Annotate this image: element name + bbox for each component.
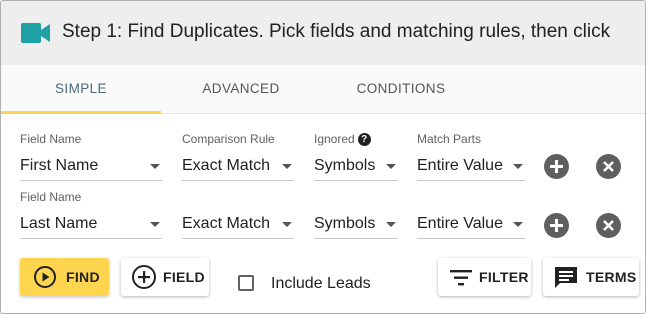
ignored-label: Ignored?: [314, 132, 371, 147]
comparison-rule-value: Exact Match: [182, 215, 271, 232]
plus-icon: [550, 160, 563, 173]
add-field-button-label: FIELD: [163, 269, 205, 285]
active-tab-indicator: [1, 111, 161, 114]
comparison-rule-select[interactable]: Exact Match: [182, 212, 294, 239]
field-name-value: Last Name: [20, 215, 98, 232]
play-circle-icon: [34, 266, 56, 288]
close-icon: [603, 220, 614, 231]
dropdown-caret-icon: [386, 222, 396, 227]
add-circle-icon: [132, 265, 156, 289]
plus-icon: [550, 219, 563, 232]
include-leads-label: Include Leads: [271, 275, 371, 292]
match-parts-select[interactable]: Entire Value: [417, 212, 525, 239]
include-leads-checkbox[interactable]: [238, 275, 254, 291]
filter-icon: [450, 270, 472, 286]
dropdown-caret-icon: [282, 222, 292, 227]
ignored-select[interactable]: Symbols: [314, 212, 398, 239]
find-button-label: FIND: [66, 269, 100, 285]
dropdown-caret-icon: [282, 164, 292, 169]
field-name-label: Field Name: [20, 132, 82, 146]
match-parts-value: Entire Value: [417, 215, 503, 232]
dropdown-caret-icon: [513, 164, 523, 169]
tab-advanced[interactable]: ADVANCED: [161, 65, 321, 113]
ignored-label-text: Ignored: [314, 132, 355, 146]
filter-button-label: FILTER: [479, 269, 529, 285]
field-name-value: First Name: [20, 157, 99, 174]
match-parts-label: Match Parts: [417, 132, 482, 146]
terms-button-label: TERMS: [586, 269, 637, 285]
add-field-button[interactable]: FIELD: [121, 258, 209, 296]
ignored-value: Symbols: [314, 215, 376, 232]
find-button[interactable]: FIND: [20, 258, 109, 296]
comment-icon: [555, 267, 577, 288]
dropdown-caret-icon: [386, 164, 396, 169]
tab-simple[interactable]: SIMPLE: [1, 65, 161, 113]
tab-bar: SIMPLE ADVANCED CONDITIONS: [1, 65, 645, 114]
match-parts-select[interactable]: Entire Value: [417, 154, 525, 181]
comparison-rule-label: Comparison Rule: [182, 132, 275, 146]
field-name-label: Field Name: [20, 190, 82, 204]
page-title: Step 1: Find Duplicates. Pick fields and…: [62, 21, 611, 42]
terms-button[interactable]: TERMS: [543, 258, 639, 296]
dropdown-caret-icon: [150, 222, 160, 227]
header-bar: Step 1: Find Duplicates. Pick fields and…: [1, 1, 645, 65]
dropdown-caret-icon: [150, 164, 160, 169]
remove-rule-button[interactable]: [596, 213, 621, 238]
comparison-rule-select[interactable]: Exact Match: [182, 154, 294, 181]
dropdown-caret-icon: [513, 222, 523, 227]
add-rule-button[interactable]: [544, 154, 569, 179]
tab-conditions[interactable]: CONDITIONS: [321, 65, 481, 113]
ignored-value: Symbols: [314, 157, 376, 174]
help-icon[interactable]: ?: [357, 133, 371, 147]
app-window: Step 1: Find Duplicates. Pick fields and…: [0, 0, 646, 314]
field-name-select[interactable]: First Name: [20, 154, 162, 181]
filter-button[interactable]: FILTER: [438, 258, 531, 296]
field-name-select[interactable]: Last Name: [20, 212, 162, 239]
match-parts-value: Entire Value: [417, 157, 503, 174]
comparison-rule-value: Exact Match: [182, 157, 271, 174]
close-icon: [603, 161, 614, 172]
add-rule-button[interactable]: [544, 213, 569, 238]
ignored-select[interactable]: Symbols: [314, 154, 398, 181]
video-camera-icon: [21, 23, 50, 43]
remove-rule-button[interactable]: [596, 154, 621, 179]
